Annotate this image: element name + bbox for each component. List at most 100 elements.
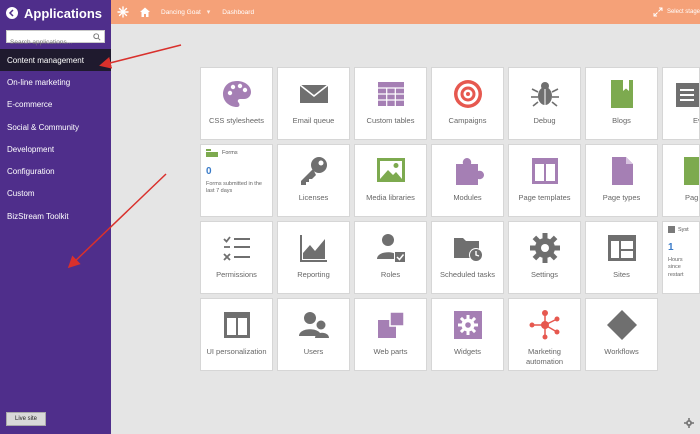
widget-text: Hours since restart (668, 257, 684, 278)
back-icon[interactable] (6, 7, 18, 19)
tile-permissions[interactable]: Permissions (200, 221, 273, 294)
widget-text: Forms submitted in the last 7 days (206, 181, 262, 195)
folder-clock-icon (451, 231, 485, 265)
nav-custom[interactable]: Custom (0, 183, 111, 205)
book-icon (681, 154, 699, 188)
tile-marketing-automation[interactable]: Marketing automation (508, 298, 581, 371)
area-chart-icon (297, 231, 331, 265)
tile-page-templates[interactable]: Page templates (508, 144, 581, 217)
tile-label: Reporting (297, 270, 330, 279)
widget-title: Syst (678, 226, 689, 233)
home-icon[interactable] (139, 6, 151, 18)
tile-label: Blogs (612, 116, 631, 125)
tile-label: Scheduled tasks (439, 270, 496, 279)
calendar-icon (673, 77, 699, 111)
user-check-icon (374, 231, 408, 265)
tile-blogs[interactable]: Blogs (585, 67, 658, 140)
tile-label: Permissions (216, 270, 257, 279)
process-nodes-icon (528, 308, 562, 342)
tile-label: CSS stylesheets (208, 116, 265, 125)
widget-gear-icon (451, 308, 485, 342)
tile-custom-tables[interactable]: Custom tables (354, 67, 427, 140)
tile-reporting[interactable]: Reporting (277, 221, 350, 294)
select-stage-label: Select stage (666, 9, 700, 15)
tile-modules[interactable]: Modules (431, 144, 504, 217)
tile-label: Media libraries (366, 193, 415, 202)
tile-label: Campaigns (448, 116, 487, 125)
target-icon (451, 77, 485, 111)
webparts-icon (374, 308, 408, 342)
tile-media-libraries[interactable]: Media libraries (354, 144, 427, 217)
ui-layout-icon (220, 308, 254, 342)
tile-label: Licenses (298, 193, 329, 202)
tile-label: Pag (685, 193, 699, 202)
widget-value: 0 (206, 166, 212, 177)
nav-configuration[interactable]: Configuration (0, 160, 111, 182)
tile-roles[interactable]: Roles (354, 221, 427, 294)
tile-label: Workflows (604, 347, 639, 356)
tile-label: UI personalization (206, 347, 267, 356)
search-input[interactable] (7, 37, 104, 48)
tile-label: Custom tables (366, 116, 415, 125)
diamond-icon (605, 308, 639, 342)
applications-title: Applications (24, 5, 103, 21)
tile-css-stylesheets[interactable]: CSS stylesheets (200, 67, 273, 140)
tile-ui-personalization[interactable]: UI personalization (200, 298, 273, 371)
settings-gear-icon[interactable] (684, 418, 694, 428)
tile-sites[interactable]: Sites (585, 221, 658, 294)
palette-icon (220, 77, 254, 111)
nav-e-commerce[interactable]: E-commerce (0, 94, 111, 116)
tile-settings[interactable]: Settings (508, 221, 581, 294)
table-icon (374, 77, 408, 111)
site-selector[interactable]: Dancing Goat (161, 9, 201, 16)
nav-development[interactable]: Development (0, 138, 111, 160)
tile-widgets[interactable]: Widgets (431, 298, 504, 371)
site-layout-icon (605, 231, 639, 265)
nav-social-community[interactable]: Social & Community (0, 116, 111, 138)
checklist-icon (220, 231, 254, 265)
select-stage[interactable]: Select stage (653, 0, 700, 24)
users-icon (297, 308, 331, 342)
layout-icon (528, 154, 562, 188)
sidebar: Applications Content management On-line … (0, 0, 111, 434)
tile-label: Marketing automation (525, 347, 564, 366)
tile-debug[interactable]: Debug (508, 67, 581, 140)
search-icon[interactable] (93, 33, 101, 41)
expand-arrows-icon (653, 7, 663, 17)
widget-forms[interactable]: Forms 0 Forms submitted in the last 7 da… (200, 144, 273, 217)
gear-icon (528, 231, 562, 265)
search-box[interactable] (6, 30, 105, 48)
tile-label: Modules (453, 193, 482, 202)
bug-icon (528, 77, 562, 111)
live-site-button[interactable]: Live site (6, 412, 46, 426)
tile-pag[interactable]: Pag (662, 144, 700, 217)
tile-label: Debug (533, 116, 556, 125)
tile-label: Event (693, 116, 699, 125)
tile-label: Email queue (292, 116, 335, 125)
applications-header[interactable]: Applications (0, 0, 111, 26)
tile-email-queue[interactable]: Email queue (277, 67, 350, 140)
tile-label: Page templates (518, 193, 571, 202)
tile-web-parts[interactable]: Web parts (354, 298, 427, 371)
nav-content-management[interactable]: Content management (0, 49, 111, 72)
tile-users[interactable]: Users (277, 298, 350, 371)
tile-label: Web parts (373, 347, 408, 356)
tile-scheduled-tasks[interactable]: Scheduled tasks (431, 221, 504, 294)
nav-online-marketing[interactable]: On-line marketing (0, 71, 111, 93)
tile-label: Widgets (453, 347, 482, 356)
topbar: Dancing Goat ▾ Dashboard Select stage (111, 0, 700, 24)
widget-system[interactable]: Syst 1 Hours since restart (662, 221, 700, 294)
chevron-down-icon[interactable]: ▾ (207, 8, 211, 16)
tile-label: Page types (602, 193, 641, 202)
tile-page-types[interactable]: Page types (585, 144, 658, 217)
widget-title: Forms (222, 150, 238, 156)
tile-campaigns[interactable]: Campaigns (431, 67, 504, 140)
breadcrumb-dashboard[interactable]: Dashboard (222, 9, 254, 16)
tile-workflows[interactable]: Workflows (585, 298, 658, 371)
tile-events[interactable]: Event (662, 67, 700, 140)
kentico-logo-icon[interactable] (117, 6, 129, 18)
tile-licenses[interactable]: Licenses (277, 144, 350, 217)
tile-label: Users (303, 347, 324, 356)
nav-bizstream-toolkit[interactable]: BizStream Toolkit (0, 205, 111, 227)
image-gallery-icon (374, 154, 408, 188)
